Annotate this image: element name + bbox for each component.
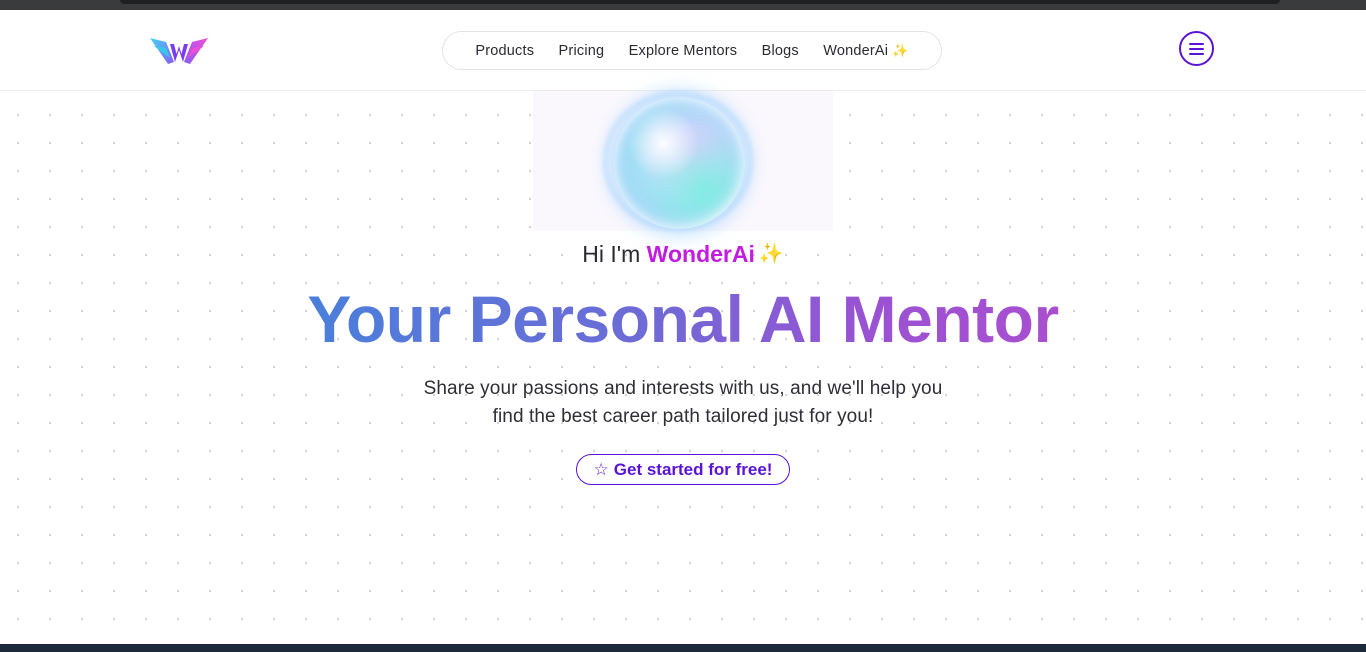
main-nav: Products Pricing Explore Mentors Blogs W… — [442, 31, 942, 70]
navbar: Products Pricing Explore Mentors Blogs W… — [0, 10, 1366, 91]
wonder-wings-logo-icon[interactable] — [148, 32, 210, 68]
browser-top-strip — [0, 0, 1366, 10]
ai-orb — [613, 97, 745, 229]
get-started-label: Get started for free! — [613, 459, 773, 479]
hero-subtext: Share your passions and interests with u… — [383, 375, 983, 431]
hero-headline-wrap: Your Personal AI Mentor — [0, 281, 1366, 357]
hero-subtext-line2: find the best career path tailored just … — [492, 406, 874, 427]
greeting-brand: WonderAi — [646, 241, 755, 267]
hero-subtext-line1: Share your passions and interests with u… — [423, 378, 943, 399]
greeting: Hi I'm WonderAi ✨ — [0, 241, 1366, 268]
browser-top-bar — [120, 0, 1280, 4]
hero-section: Hi I'm WonderAi ✨ Your Personal AI Mentor… — [0, 91, 1366, 644]
nav-pricing[interactable]: Pricing — [559, 43, 605, 59]
ai-orb-image — [533, 91, 833, 231]
sparkle-icon: ✨ — [758, 243, 784, 265]
taskbar-strip — [0, 644, 1366, 652]
nav-products[interactable]: Products — [475, 43, 534, 59]
nav-explore-mentors[interactable]: Explore Mentors — [629, 43, 738, 59]
star-icon: ☆ — [593, 459, 609, 479]
nav-blogs[interactable]: Blogs — [762, 43, 799, 59]
nav-wonderai-label: WonderAi — [823, 42, 889, 59]
hamburger-menu-icon[interactable] — [1179, 31, 1214, 66]
get-started-button[interactable]: ☆ Get started for free! — [576, 454, 790, 485]
hero-headline: Your Personal AI Mentor — [307, 282, 1059, 356]
sparkle-icon: ✨ — [892, 42, 909, 58]
greeting-prefix: Hi I'm — [582, 241, 647, 267]
nav-wonderai[interactable]: WonderAi ✨ — [823, 43, 908, 59]
